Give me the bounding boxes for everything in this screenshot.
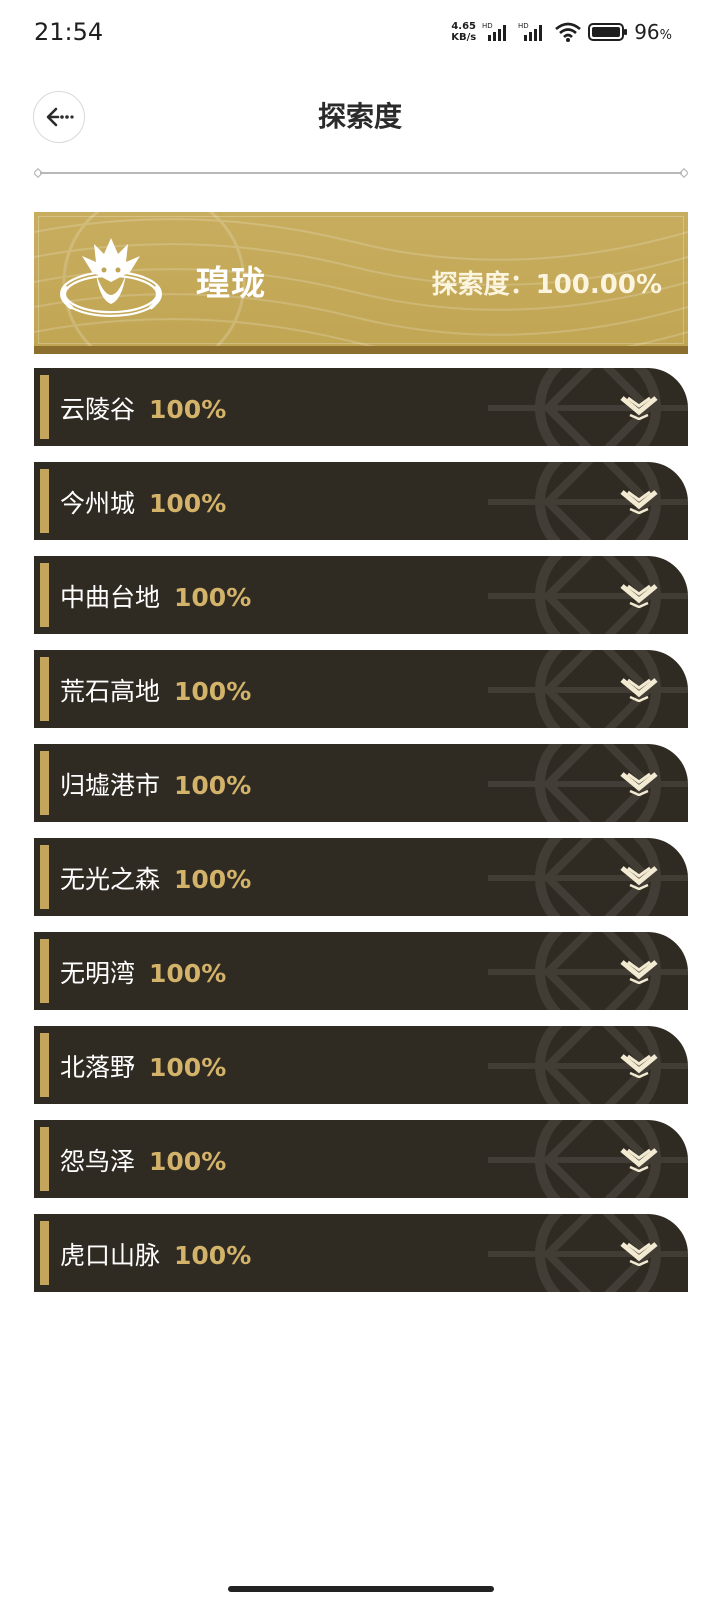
- area-percent: 100%: [149, 959, 227, 988]
- area-accent-bar: [40, 751, 49, 815]
- area-percent: 100%: [149, 489, 227, 518]
- area-percent: 100%: [149, 1147, 227, 1176]
- banner-bottom-stripe: [34, 346, 688, 354]
- chevron-down-icon[interactable]: [620, 394, 658, 420]
- region-progress: 探索度：100.00%: [431, 270, 662, 300]
- chevron-down-icon[interactable]: [620, 582, 658, 608]
- background-emblem-icon: [488, 556, 688, 634]
- background-emblem-icon: [488, 1026, 688, 1104]
- chevron-down-icon[interactable]: [620, 1146, 658, 1172]
- area-list: 云陵谷 100% 今州城 100% 中曲台地 100% 荒石高地 100% 归墟…: [34, 368, 688, 1308]
- area-percent: 100%: [174, 1241, 252, 1270]
- region-name: 瑝珑: [196, 264, 266, 304]
- area-accent-bar: [40, 657, 49, 721]
- home-indicator[interactable]: [228, 1586, 494, 1592]
- battery-icon: [588, 23, 628, 41]
- area-percent: 100%: [174, 865, 252, 894]
- area-accent-bar: [40, 469, 49, 533]
- chevron-down-icon[interactable]: [620, 864, 658, 890]
- area-label: 今州城 100%: [60, 484, 226, 520]
- background-emblem-icon: [488, 1120, 688, 1198]
- background-emblem-icon: [488, 744, 688, 822]
- status-indicators: 4.65 KB/s HD HD 96%: [451, 20, 672, 44]
- page-title: 探索度: [317, 100, 402, 133]
- area-accent-bar: [40, 563, 49, 627]
- area-percent: 100%: [174, 771, 252, 800]
- area-item[interactable]: 荒石高地 100%: [34, 650, 688, 728]
- area-percent: 100%: [149, 1053, 227, 1082]
- wifi-icon: [555, 22, 582, 42]
- area-accent-bar: [40, 1033, 49, 1097]
- area-accent-bar: [40, 939, 49, 1003]
- area-percent: 100%: [174, 583, 252, 612]
- signal-icon-2: HD: [518, 22, 543, 41]
- area-name: 北落野: [60, 1053, 136, 1082]
- area-name: 无明湾: [60, 959, 136, 988]
- status-bar: 21:54 4.65 KB/s HD HD 96%: [0, 0, 720, 66]
- area-name: 虎口山脉: [60, 1241, 161, 1270]
- dragon-emblem-icon: [60, 238, 162, 317]
- area-label: 虎口山脉 100%: [60, 1236, 251, 1272]
- area-name: 无光之森: [60, 865, 161, 894]
- area-label: 云陵谷 100%: [60, 390, 226, 426]
- chevron-down-icon[interactable]: [620, 770, 658, 796]
- area-item[interactable]: 无明湾 100%: [34, 932, 688, 1010]
- svg-text:HD: HD: [518, 22, 529, 30]
- area-label: 北落野 100%: [60, 1048, 226, 1084]
- area-accent-bar: [40, 1221, 49, 1285]
- area-label: 中曲台地 100%: [60, 578, 251, 614]
- background-emblem-icon: [488, 1214, 688, 1292]
- header-divider: [34, 168, 688, 178]
- area-name: 云陵谷: [60, 395, 136, 424]
- area-item[interactable]: 北落野 100%: [34, 1026, 688, 1104]
- area-name: 中曲台地: [60, 583, 161, 612]
- svg-text:HD: HD: [482, 22, 493, 30]
- area-item[interactable]: 今州城 100%: [34, 462, 688, 540]
- chevron-down-icon[interactable]: [620, 958, 658, 984]
- chevron-down-icon[interactable]: [620, 488, 658, 514]
- area-label: 归墟港市 100%: [60, 766, 251, 802]
- status-time: 21:54: [34, 18, 104, 46]
- area-item[interactable]: 怨鸟泽 100%: [34, 1120, 688, 1198]
- area-label: 无光之森 100%: [60, 860, 251, 896]
- area-accent-bar: [40, 845, 49, 909]
- area-item[interactable]: 云陵谷 100%: [34, 368, 688, 446]
- area-label: 怨鸟泽 100%: [60, 1142, 226, 1178]
- area-accent-bar: [40, 375, 49, 439]
- chevron-down-icon[interactable]: [620, 676, 658, 702]
- signal-icon: HD: [482, 22, 507, 41]
- area-item[interactable]: 中曲台地 100%: [34, 556, 688, 634]
- area-item[interactable]: 虎口山脉 100%: [34, 1214, 688, 1292]
- region-banner[interactable]: 瑝珑 探索度：100.00%: [34, 212, 688, 354]
- background-emblem-icon: [488, 932, 688, 1010]
- background-emblem-icon: [488, 368, 688, 446]
- area-item[interactable]: 归墟港市 100%: [34, 744, 688, 822]
- area-name: 归墟港市: [60, 771, 161, 800]
- chevron-down-icon[interactable]: [620, 1240, 658, 1266]
- area-label: 无明湾 100%: [60, 954, 226, 990]
- exploration-page: 21:54 4.65 KB/s HD HD 96% 探索度 瑝珑 探索度：100…: [0, 0, 720, 1600]
- area-name: 怨鸟泽: [60, 1147, 136, 1176]
- background-emblem-icon: [488, 650, 688, 728]
- background-emblem-icon: [488, 462, 688, 540]
- chevron-down-icon[interactable]: [620, 1052, 658, 1078]
- network-speed: 4.65 KB/s: [451, 21, 477, 43]
- area-percent: 100%: [174, 677, 252, 706]
- area-accent-bar: [40, 1127, 49, 1191]
- area-item[interactable]: 无光之森 100%: [34, 838, 688, 916]
- area-name: 今州城: [60, 489, 136, 518]
- area-name: 荒石高地: [60, 677, 161, 706]
- background-emblem-icon: [488, 838, 688, 916]
- battery-percent: 96%: [634, 20, 672, 44]
- area-label: 荒石高地 100%: [60, 672, 251, 708]
- area-percent: 100%: [149, 395, 227, 424]
